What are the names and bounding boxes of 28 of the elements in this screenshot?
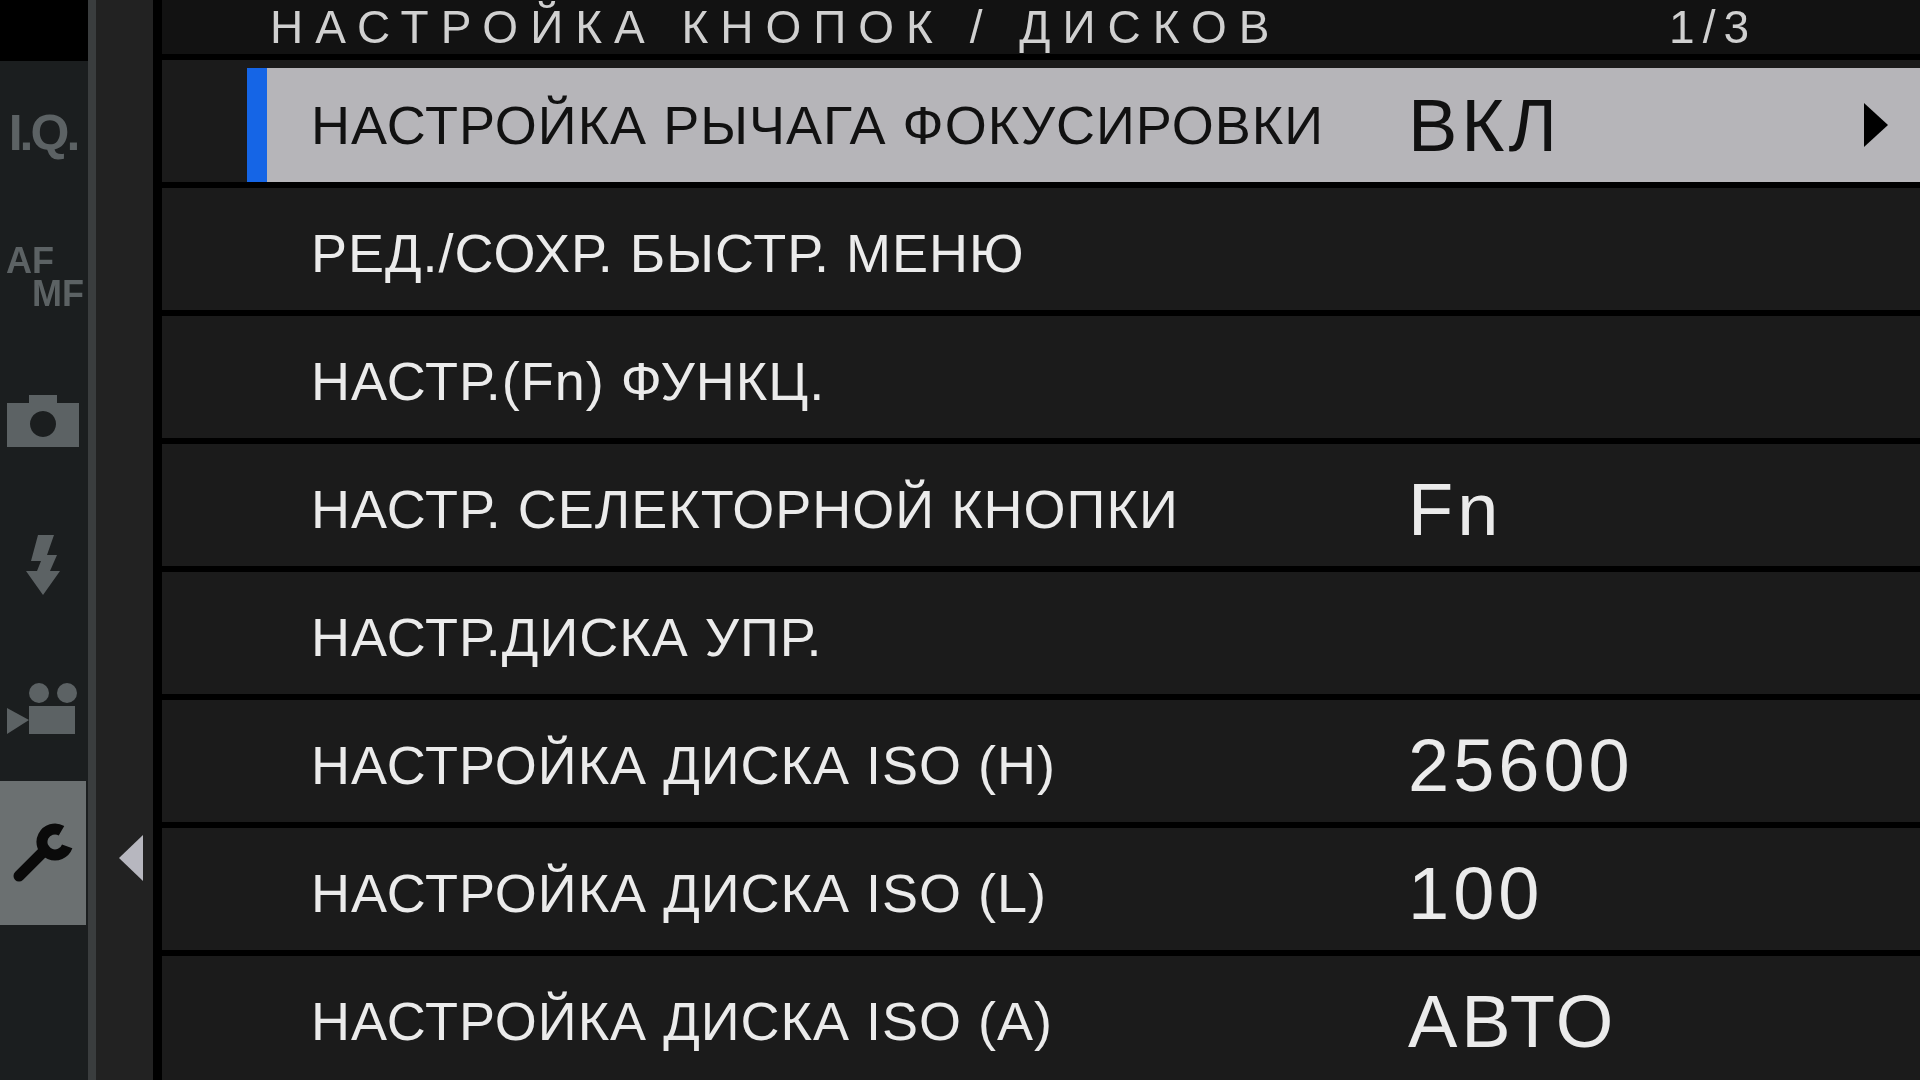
item-label: РЕД./СОХР. БЫСТР. МЕНЮ	[311, 222, 1025, 284]
menu-item[interactable]: НАСТР.(Fn) ФУНКЦ.	[247, 324, 1920, 438]
menu-item[interactable]: НАСТР.ДИСКА УПР.	[247, 580, 1920, 694]
page-indicator: 1/3	[1669, 4, 1757, 50]
item-label: НАСТРОЙКА ДИСКА ISO (A)	[311, 990, 1053, 1052]
item-value: ВКЛ	[1408, 82, 1562, 168]
item-value: АВТО	[1408, 978, 1618, 1064]
left-triangle-icon	[119, 835, 143, 881]
menu-item[interactable]: НАСТРОЙКА ДИСКА ISO (H) 25600	[247, 708, 1920, 822]
menu-tab[interactable]	[0, 781, 86, 925]
item-label: НАСТР.(Fn) ФУНКЦ.	[311, 350, 826, 412]
item-label: НАСТРОЙКА ДИСКА ISO (H)	[311, 734, 1056, 796]
item-value: 25600	[1408, 722, 1634, 808]
item-value: 100	[1408, 850, 1544, 936]
menu-item[interactable]: НАСТР. СЕЛЕКТОРНОЙ КНОПКИ Fn	[247, 452, 1920, 566]
menu-item[interactable]: НАСТРОЙКА РЫЧАГА ФОКУСИРОВКИ ВКЛ	[247, 68, 1920, 182]
menu-item[interactable]: РЕД./СОХР. БЫСТР. МЕНЮ	[247, 196, 1920, 310]
camera-icon	[7, 395, 79, 447]
menu-item[interactable]: НАСТРОЙКА ДИСКА ISO (L) 100	[247, 836, 1920, 950]
item-label: НАСТРОЙКА РЫЧАГА ФОКУСИРОВКИ	[311, 94, 1324, 156]
item-value: Fn	[1408, 466, 1503, 552]
lightning-bolt-icon	[24, 535, 62, 595]
wrench-icon	[11, 822, 75, 884]
item-label: НАСТРОЙКА ДИСКА ISO (L)	[311, 862, 1048, 924]
menu-item[interactable]: НАСТРОЙКА ДИСКА ISO (A) АВТО	[247, 964, 1920, 1078]
right-triangle-icon	[1864, 103, 1888, 147]
item-label: НАСТР. СЕЛЕКТОРНОЙ КНОПКИ	[311, 478, 1179, 540]
item-label: НАСТР.ДИСКА УПР.	[311, 606, 823, 668]
